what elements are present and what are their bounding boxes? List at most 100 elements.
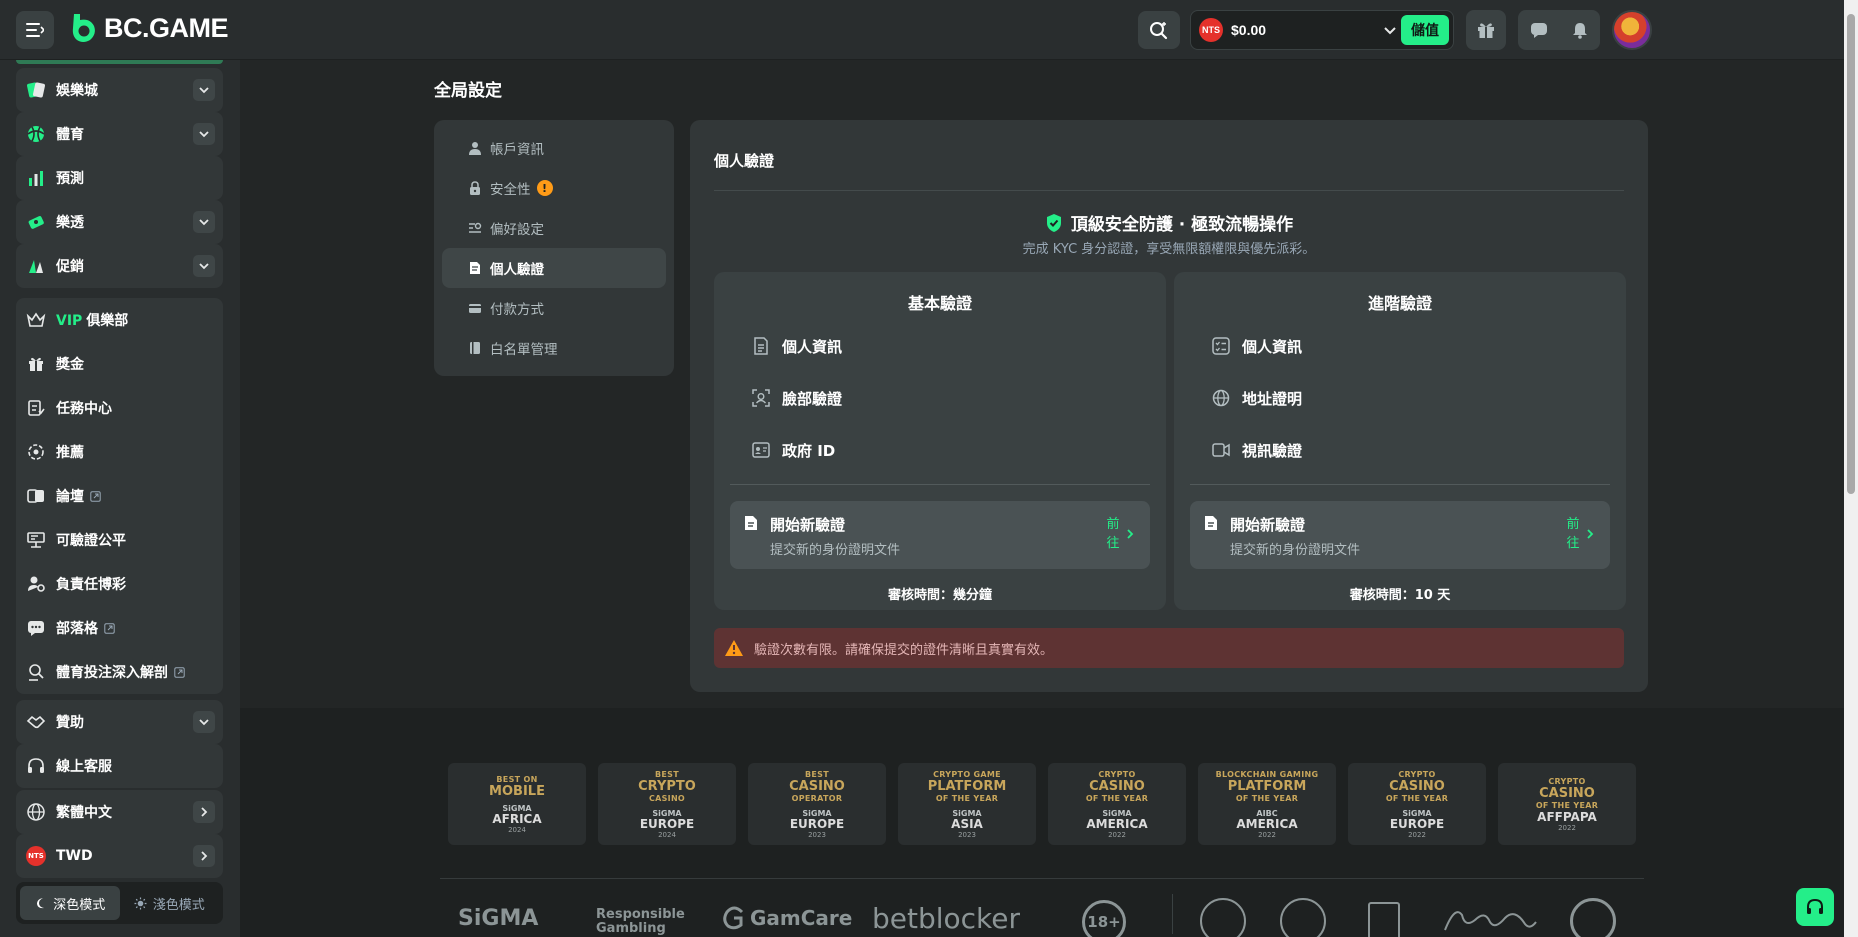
basic-start-verification-button[interactable]: 開始新驗證 提交新的身份證明文件 前往 bbox=[730, 501, 1150, 569]
age-18-plus-badge: 18+ bbox=[1082, 900, 1126, 937]
partner-responsible-gambling-logo[interactable]: Responsible Gambling bbox=[596, 908, 686, 936]
logo-text: BC.GAME bbox=[104, 12, 229, 43]
chevron-down-icon[interactable] bbox=[193, 123, 215, 145]
requirement-government-id: 政府 ID bbox=[752, 438, 835, 462]
advanced-verification-title: 進階驗證 bbox=[1367, 294, 1432, 313]
external-link-icon bbox=[90, 490, 101, 502]
football-club-badge[interactable] bbox=[1570, 898, 1616, 937]
wallet-selector[interactable]: NTS $0.00 儲值 bbox=[1190, 10, 1454, 50]
partner-betblocker-logo[interactable]: betblocker bbox=[872, 902, 1020, 935]
user-avatar[interactable] bbox=[1612, 10, 1652, 50]
award-subtitle: OF THE YEAR bbox=[1385, 793, 1449, 803]
brand-logo[interactable]: BC.GAME bbox=[70, 12, 229, 44]
sidebar-item-label: 娛樂城 bbox=[56, 83, 98, 99]
leicester-city-badge[interactable] bbox=[1200, 898, 1246, 937]
award-region: AMERICA bbox=[1086, 816, 1148, 831]
globe-icon bbox=[1212, 389, 1230, 407]
partner-gamcare-logo[interactable]: GamCare bbox=[722, 906, 852, 930]
page-scrollbar[interactable] bbox=[1844, 0, 1858, 937]
sidebar-item-sports[interactable]: 體育 bbox=[16, 112, 223, 156]
nav-preferences[interactable]: 偏好設定 bbox=[442, 208, 666, 248]
sidebar-item-language[interactable]: 繁體中文 bbox=[16, 790, 223, 834]
face-scan-icon bbox=[752, 389, 770, 407]
chevron-down-icon[interactable] bbox=[193, 711, 215, 733]
external-link-icon bbox=[104, 622, 115, 634]
award-title: PLATFORM bbox=[1227, 778, 1307, 794]
nav-label: 偏好設定 bbox=[490, 222, 544, 238]
nav-personal-verification[interactable]: 個人驗證 bbox=[442, 248, 666, 288]
sidebar-item-sponsorship[interactable]: 贊助 bbox=[16, 700, 223, 744]
sidebar-item-blog[interactable]: 部落格 bbox=[16, 606, 223, 650]
chevron-down-icon[interactable] bbox=[193, 79, 215, 101]
sidebar-item-label: 預測 bbox=[56, 171, 84, 187]
notification-bell-icon[interactable] bbox=[1571, 21, 1589, 39]
sidebar-item-label: 論壇 bbox=[56, 489, 84, 505]
sidebar-item-task-center[interactable]: 任務中心 bbox=[16, 386, 223, 430]
dark-mode-option[interactable]: 深色模式 bbox=[20, 886, 120, 920]
menu-toggle-button[interactable] bbox=[16, 11, 54, 49]
sidebar-item-responsible-gambling[interactable]: 負責任博彩 bbox=[16, 562, 223, 606]
sidebar-item-currency[interactable]: NTS TWD bbox=[16, 834, 223, 878]
scrollbar-thumb[interactable] bbox=[1847, 14, 1855, 494]
sidebar-menu-list: VIP 俱樂部 獎金 任務中心 推薦 論壇 可驗證公平 負責任博彩 部落格 體育… bbox=[16, 298, 223, 694]
kyc-headline: 頂級安全防護 · 極致流暢操作 bbox=[690, 210, 1648, 235]
award-region: EUROPE bbox=[789, 816, 845, 831]
live-support-button[interactable] bbox=[1796, 888, 1834, 926]
sidebar-item-forum[interactable]: 論壇 bbox=[16, 474, 223, 518]
sidebar-item-label: 部落格 bbox=[56, 621, 98, 637]
kyc-subtitle: 完成 KYC 身分認證，享受無限額權限與優先派彩。 bbox=[1022, 242, 1316, 257]
sidebar-item-casino[interactable]: 娛樂城 bbox=[16, 68, 223, 112]
search-button[interactable] bbox=[1138, 11, 1180, 49]
miami-club-badge[interactable] bbox=[1280, 898, 1326, 937]
award-top-text: BEST bbox=[655, 769, 679, 779]
deposit-button[interactable]: 儲值 bbox=[1401, 15, 1449, 45]
award-region: EUROPE bbox=[639, 816, 695, 831]
chevron-down-icon[interactable] bbox=[193, 255, 215, 277]
headset-icon bbox=[26, 756, 46, 776]
award-badge: CRYPTO CASINO OF THE YEAR SiGMA EUROPE 2022 bbox=[1348, 763, 1486, 845]
sidebar-item-sports-analysis[interactable]: 體育投注深入解剖 bbox=[16, 650, 223, 694]
requirement-video-verification: 視訊驗證 bbox=[1212, 438, 1302, 462]
partner-separator bbox=[1172, 894, 1173, 934]
sidebar-item-vip-club[interactable]: VIP 俱樂部 bbox=[16, 298, 223, 342]
chevron-right-icon[interactable] bbox=[193, 801, 215, 823]
nav-account-info[interactable]: 帳戶資訊 bbox=[442, 128, 666, 168]
chevron-down-icon[interactable] bbox=[193, 211, 215, 233]
prediction-icon bbox=[26, 168, 46, 188]
award-badge: BEST ON MOBILE SiGMA AFRICA 2024 bbox=[448, 763, 586, 845]
advanced-start-verification-button[interactable]: 開始新驗證 提交新的身份證明文件 前往 bbox=[1190, 501, 1610, 569]
footer-divider bbox=[440, 878, 1644, 879]
award-badge: BLOCKCHAIN GAMING PLATFORM OF THE YEAR AIBC… bbox=[1198, 763, 1336, 845]
requirement-label: 個人資訊 bbox=[1242, 337, 1303, 356]
kyc-panel: 個人驗證 頂級安全防護 · 極致流暢操作 完成 KYC 身分認證，享受無限額權限… bbox=[690, 120, 1648, 692]
award-top-text: CRYPTO GAME bbox=[933, 769, 1001, 779]
signature-logo[interactable] bbox=[1440, 900, 1540, 937]
id-card-icon bbox=[752, 442, 770, 458]
chevron-down-icon[interactable] bbox=[1383, 23, 1397, 37]
nav-whitelist[interactable]: 白名單管理 bbox=[442, 328, 666, 368]
nav-label: 白名單管理 bbox=[490, 342, 558, 358]
go-label: 前往 bbox=[1566, 517, 1580, 551]
book-icon bbox=[468, 341, 482, 355]
nav-security[interactable]: 安全性 ! bbox=[442, 168, 666, 208]
rewards-button[interactable] bbox=[1466, 10, 1506, 50]
partner-sigma-logo[interactable]: SiGMA bbox=[458, 906, 538, 931]
nav-payment-methods[interactable]: 付款方式 bbox=[442, 288, 666, 328]
fairness-icon bbox=[26, 530, 46, 550]
sidebar-item-prediction[interactable]: 預測 bbox=[16, 156, 223, 200]
chevron-right-icon[interactable] bbox=[193, 845, 215, 867]
sidebar-item-bonus[interactable]: 獎金 bbox=[16, 342, 223, 386]
sidebar-item-promotion[interactable]: 促銷 bbox=[16, 244, 223, 288]
document-icon bbox=[744, 515, 758, 531]
crest-badge[interactable] bbox=[1368, 902, 1400, 937]
warning-icon bbox=[724, 639, 744, 657]
award-title: CASINO bbox=[1539, 785, 1595, 801]
page-title: 全局設定 bbox=[434, 81, 502, 101]
sidebar-item-live-support[interactable]: 線上客服 bbox=[16, 744, 223, 788]
sidebar-item-lottery[interactable]: 樂透 bbox=[16, 200, 223, 244]
sidebar-item-provably-fair[interactable]: 可驗證公平 bbox=[16, 518, 223, 562]
light-mode-option[interactable]: 淺色模式 bbox=[120, 886, 220, 920]
search-icon bbox=[1149, 20, 1169, 40]
chat-icon[interactable] bbox=[1530, 21, 1548, 39]
sidebar-item-referral[interactable]: 推薦 bbox=[16, 430, 223, 474]
